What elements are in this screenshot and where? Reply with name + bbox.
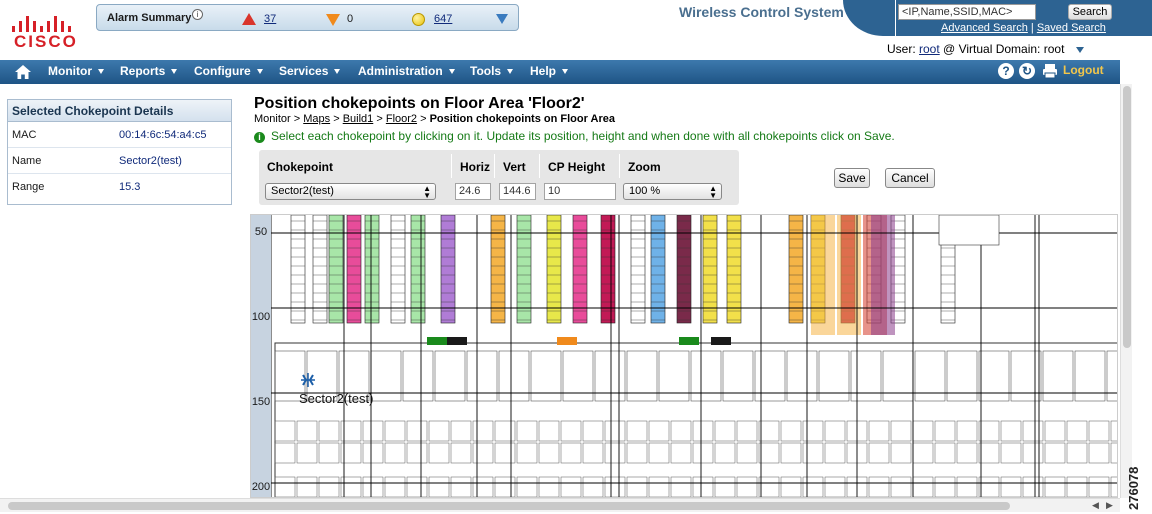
nav-monitor[interactable]: Monitor — [48, 64, 104, 78]
vert-input[interactable]: 144.6 — [499, 183, 536, 200]
header-tab-curve — [843, 0, 895, 36]
breadcrumb-sep: > — [420, 113, 427, 125]
search-links-separator: | — [1030, 22, 1034, 34]
detail-key: Range — [12, 181, 45, 193]
ruler-tick-label: 50 — [254, 226, 268, 238]
main-nav: Monitor Reports Configure Services Admin… — [0, 60, 1120, 84]
breadcrumb-floor[interactable]: Floor2 — [386, 113, 417, 125]
detail-value: 15.3 — [119, 181, 141, 193]
detail-row-name: Name Sector2(test) — [8, 148, 231, 174]
detail-value: 00:14:6c:54:a4:c5 — [119, 129, 207, 141]
chokepoint-select-value: Sector2(test) — [271, 185, 334, 197]
detail-key: MAC — [12, 129, 37, 141]
figure-number: 276078 — [1126, 466, 1141, 510]
help-icon[interactable]: ? — [998, 63, 1014, 79]
horiz-column-header: Horiz — [452, 154, 495, 178]
advanced-search-link[interactable]: Advanced Search — [941, 22, 1028, 34]
major-alarm-count: 0 — [347, 13, 354, 25]
panel-title: Selected Chokepoint Details — [8, 100, 231, 122]
domain-dropdown-icon[interactable] — [1075, 46, 1084, 53]
scroll-right-icon[interactable]: ▶ — [1106, 500, 1113, 511]
floor-plan-image — [268, 215, 1117, 497]
search-button[interactable]: Search — [1068, 4, 1112, 20]
critical-alarm-icon — [242, 13, 256, 25]
floor-map[interactable]: 50 100 150 200 Sector2(test) — [250, 214, 1118, 498]
logout-link[interactable]: Logout — [1063, 63, 1104, 77]
vertical-scrollbar[interactable] — [1120, 84, 1132, 498]
cisco-wordmark: CISCO — [14, 32, 78, 51]
breadcrumb: Monitor > Maps > Build1 > Floor2 > Posit… — [254, 113, 615, 125]
horiz-input[interactable]: 24.6 — [455, 183, 491, 200]
chokepoint-column-header: Chokepoint — [259, 154, 452, 178]
selected-chokepoint-panel: Selected Chokepoint Details MAC 00:14:6c… — [7, 99, 232, 205]
breadcrumb-current: Position chokepoints on Floor Area — [429, 113, 615, 125]
print-icon[interactable] — [1042, 63, 1058, 79]
scroll-left-icon[interactable]: ◀ — [1092, 500, 1099, 511]
nav-configure[interactable]: Configure — [194, 64, 263, 78]
scrollbar-thumb[interactable] — [8, 502, 1010, 510]
detail-row-range: Range 15.3 — [8, 174, 231, 200]
breadcrumb-sep: > — [376, 113, 383, 125]
alarm-dropdown-icon[interactable] — [496, 14, 508, 24]
refresh-icon[interactable]: ↻ — [1019, 63, 1035, 79]
scrollbar-thumb[interactable] — [1123, 86, 1131, 348]
chokepoint-icon[interactable] — [299, 371, 317, 389]
ruler-tick-label: 200 — [251, 481, 271, 493]
ruler-tick-label: 150 — [251, 396, 271, 408]
breadcrumb-sep: > — [333, 113, 340, 125]
critical-alarm-count[interactable]: 37 — [264, 13, 276, 25]
breadcrumb-monitor: Monitor > — [254, 113, 301, 125]
help-text: Select each chokepoint by clicking on it… — [271, 129, 895, 143]
cancel-button[interactable]: Cancel — [885, 168, 935, 188]
breadcrumb-build[interactable]: Build1 — [343, 113, 374, 125]
home-icon[interactable] — [15, 65, 31, 79]
cisco-logo: CISCO — [10, 8, 82, 52]
minor-alarm-count[interactable]: 647 — [434, 13, 452, 25]
page-title: Position chokepoints on Floor Area 'Floo… — [254, 95, 585, 112]
virtual-domain-label: @ Virtual Domain: — [943, 42, 1041, 56]
user-prefix: User: — [887, 42, 916, 56]
cisco-logo-bars — [12, 12, 76, 32]
nav-administration[interactable]: Administration — [358, 64, 455, 78]
user-name-link[interactable]: root — [919, 42, 940, 56]
chokepoint-form: Chokepoint Horiz Vert CP Height Zoom Sec… — [259, 150, 739, 205]
detail-key: Name — [12, 155, 42, 167]
search-input[interactable] — [898, 4, 1036, 20]
breadcrumb-maps[interactable]: Maps — [303, 113, 330, 125]
detail-row-mac: MAC 00:14:6c:54:a4:c5 — [8, 122, 231, 148]
select-arrows-icon: ▲ ▼ — [709, 184, 717, 200]
user-info: User: root @ Virtual Domain: root — [887, 42, 1084, 56]
vertical-ruler: 50 100 150 200 — [251, 215, 271, 497]
zoom-select[interactable]: 100 % ▲ ▼ — [623, 183, 722, 200]
save-button[interactable]: Save — [834, 168, 870, 188]
info-icon: i — [254, 132, 265, 143]
vert-column-header: Vert — [495, 154, 540, 178]
select-arrows-icon: ▲ ▼ — [423, 184, 431, 200]
chokepoint-map-label: Sector2(test) — [299, 391, 374, 406]
nav-tools[interactable]: Tools — [470, 64, 514, 78]
nav-services[interactable]: Services — [279, 64, 341, 78]
saved-search-link[interactable]: Saved Search — [1037, 22, 1106, 34]
nav-reports[interactable]: Reports — [120, 64, 178, 78]
major-alarm-icon — [326, 14, 340, 26]
height-column-header: CP Height — [540, 154, 620, 178]
info-icon[interactable]: i — [192, 9, 203, 20]
alarm-summary-title: Alarm Summary — [107, 12, 192, 24]
zoom-select-value: 100 % — [629, 185, 661, 197]
nav-help[interactable]: Help — [530, 64, 569, 78]
chokepoint-select[interactable]: Sector2(test) ▲ ▼ — [265, 183, 436, 200]
virtual-domain-value: root — [1043, 42, 1065, 56]
app-title: Wireless Control System — [679, 4, 844, 20]
zoom-column-header: Zoom — [628, 160, 661, 174]
help-message: i Select each chokepoint by clicking on i… — [254, 129, 895, 143]
detail-value: Sector2(test) — [119, 155, 182, 167]
horizontal-scrollbar[interactable]: ◀ ▶ — [0, 498, 1120, 512]
search-links: Advanced Search | Saved Search — [941, 22, 1106, 34]
minor-alarm-icon — [412, 13, 425, 26]
ruler-tick-label: 100 — [251, 311, 271, 323]
alarm-summary-bar[interactable]: Alarm Summary i 37 0 647 — [96, 4, 519, 31]
cp-height-input[interactable]: 10 — [544, 183, 616, 200]
